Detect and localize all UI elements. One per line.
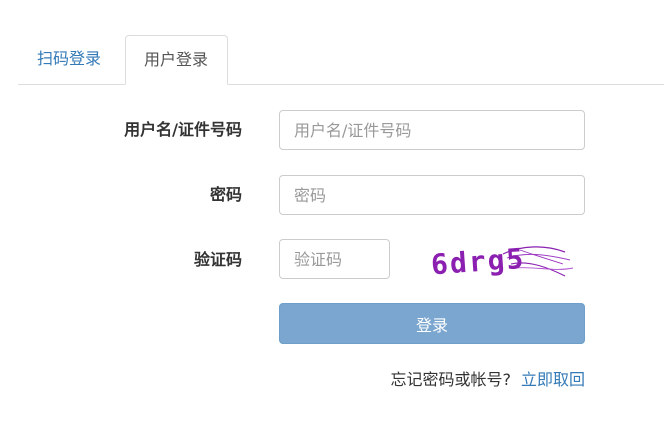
captcha-text: 6drg5 [430,242,526,281]
captcha-input[interactable] [279,239,390,279]
captcha-label: 验证码 [193,250,242,269]
forgot-row: 忘记密码或帐号? 立即取回 [300,370,585,390]
password-input[interactable] [279,175,585,215]
tab-user-login-label: 用户登录 [144,50,209,69]
login-button[interactable]: 登录 [279,303,585,344]
username-input[interactable] [279,110,585,150]
recover-link[interactable]: 立即取回 [521,370,585,389]
tab-divider [18,84,664,85]
captcha-image[interactable]: 6drg5 [425,238,575,282]
username-label: 用户名/证件号码 [124,120,242,139]
password-label: 密码 [209,185,242,204]
forgot-text: 忘记密码或帐号? [390,370,511,389]
login-tabs: 扫码登录 用户登录 [0,0,664,85]
tab-scan-login[interactable]: 扫码登录 [37,49,101,69]
login-page: 扫码登录 用户登录 用户名/证件号码 密码 验证码 6drg5 登录 忘记密码或… [0,0,664,437]
tab-user-login[interactable]: 用户登录 [125,35,228,85]
